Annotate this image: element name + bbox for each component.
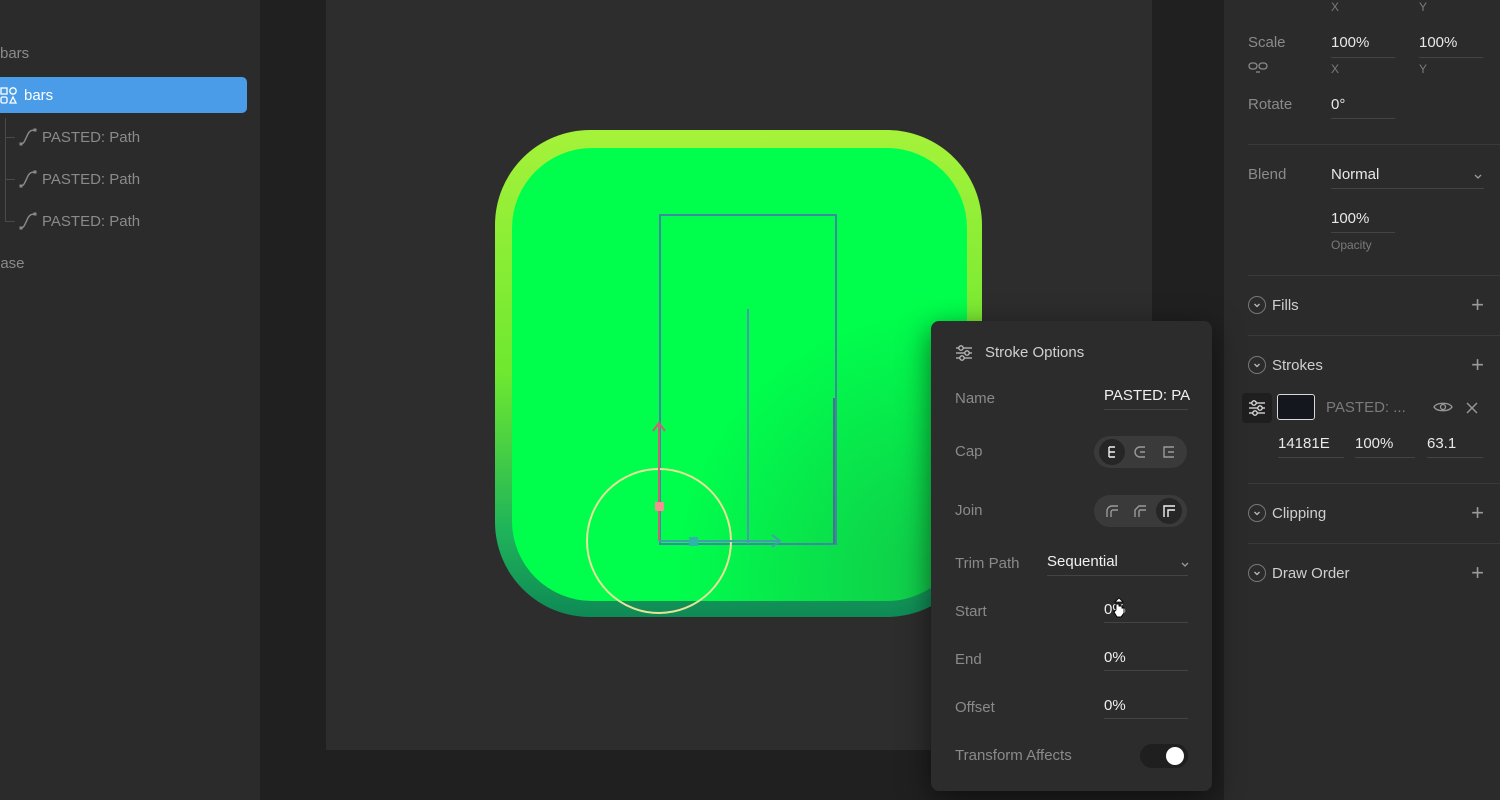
add-stroke-plus-icon[interactable]: +: [1471, 354, 1484, 376]
cap-label: Cap: [955, 443, 983, 460]
section-divider: [1248, 483, 1500, 484]
stroke-thickness-underline: [1427, 457, 1483, 458]
cap-round-icon[interactable]: [1127, 439, 1153, 465]
stroke-options-sliders-icon[interactable]: [1242, 393, 1272, 423]
end-label: End: [955, 651, 982, 668]
clipping-title: Clipping: [1272, 504, 1327, 522]
add-draw-order-plus-icon[interactable]: +: [1471, 562, 1484, 584]
section-divider: [1248, 335, 1500, 336]
transform-affects-toggle[interactable]: [1140, 744, 1188, 768]
clipping-section-header[interactable]: Clipping +: [1248, 501, 1484, 525]
stroke-opacity-input[interactable]: 100%: [1355, 435, 1393, 452]
scale-x-sub-label: X: [1331, 62, 1340, 76]
position-x-sub-label: X: [1331, 0, 1340, 14]
toggle-knob: [1166, 747, 1184, 765]
strokes-section-header[interactable]: Strokes +: [1248, 353, 1484, 377]
blend-underline: [1331, 188, 1484, 189]
name-input[interactable]: PASTED: PA: [1104, 387, 1190, 404]
collapse-chevron-icon[interactable]: [1248, 564, 1266, 582]
chevron-down-icon[interactable]: [1473, 168, 1483, 186]
stroke-opacity-underline: [1355, 457, 1415, 458]
scale-x-underline: [1331, 57, 1395, 58]
start-underline: [1104, 622, 1188, 623]
stroke-name: PASTED: ...: [1326, 399, 1406, 416]
transform-affects-label: Transform Affects: [955, 747, 1072, 764]
name-label: Name: [955, 390, 996, 407]
join-miter-icon[interactable]: [1155, 498, 1182, 524]
draw-order-section-header[interactable]: Draw Order +: [1248, 561, 1484, 585]
app-window: bars bars PASTED: Path PASTED: Path PAST…: [0, 0, 1500, 800]
rotate-label: Rotate: [1248, 96, 1293, 113]
trim-path-select[interactable]: Sequential: [1047, 553, 1118, 570]
draw-order-title: Draw Order: [1272, 564, 1350, 582]
add-clipping-plus-icon[interactable]: +: [1471, 502, 1484, 524]
link-scale-icon[interactable]: [1248, 60, 1268, 79]
join-selector: [1094, 495, 1187, 527]
opacity-input[interactable]: 100%: [1331, 210, 1369, 227]
join-round-icon[interactable]: [1099, 498, 1125, 524]
rotate-input[interactable]: 0°: [1331, 96, 1345, 113]
start-label: Start: [955, 603, 987, 620]
add-fill-plus-icon[interactable]: +: [1471, 294, 1484, 316]
x-scale-handle[interactable]: [689, 537, 698, 546]
scale-x-input[interactable]: 100%: [1331, 34, 1369, 51]
opacity-underline: [1331, 232, 1395, 233]
drag-cursor-icon: [1111, 597, 1127, 624]
fills-title: Fills: [1272, 296, 1299, 314]
cap-butt-icon[interactable]: [1099, 439, 1126, 465]
cap-selector: [1094, 436, 1187, 468]
join-bevel-icon[interactable]: [1127, 498, 1153, 524]
blend-select[interactable]: Normal: [1331, 166, 1379, 183]
fills-section-header[interactable]: Fills +: [1248, 293, 1484, 317]
close-icon[interactable]: [1466, 401, 1478, 419]
trim-path-label: Trim Path: [955, 555, 1020, 572]
join-label: Join: [955, 502, 983, 519]
collapse-chevron-icon[interactable]: [1248, 296, 1266, 314]
stroke-color-hex-input[interactable]: 14181E: [1278, 435, 1330, 452]
section-divider: [1248, 543, 1500, 544]
chevron-down-icon[interactable]: [1180, 556, 1190, 574]
trim-path-underline: [1047, 575, 1188, 576]
section-divider: [1248, 275, 1500, 276]
rotate-underline: [1331, 118, 1395, 119]
collapse-chevron-icon[interactable]: [1248, 356, 1266, 374]
sliders-icon: [954, 344, 974, 367]
scale-y-sub-label: Y: [1419, 62, 1428, 76]
opacity-sub-label: Opacity: [1331, 238, 1372, 252]
scale-y-input[interactable]: 100%: [1419, 34, 1457, 51]
offset-input[interactable]: 0%: [1104, 697, 1126, 714]
offset-label: Offset: [955, 699, 995, 716]
end-underline: [1104, 670, 1188, 671]
position-y-sub-label: Y: [1419, 0, 1428, 14]
stroke-hex-underline: [1278, 457, 1344, 458]
end-input[interactable]: 0%: [1104, 649, 1126, 666]
name-underline: [1104, 409, 1188, 410]
y-scale-handle[interactable]: [655, 502, 664, 511]
stroke-options-popup: Stroke Options Name PASTED: PA Cap Join …: [931, 321, 1212, 791]
strokes-title: Strokes: [1272, 356, 1323, 374]
popup-title: Stroke Options: [985, 344, 1085, 361]
scale-y-underline: [1419, 57, 1483, 58]
offset-underline: [1104, 718, 1188, 719]
section-divider: [1248, 144, 1500, 145]
eye-visibility-icon[interactable]: [1433, 400, 1453, 419]
blend-label: Blend: [1248, 166, 1287, 183]
stroke-thickness-input[interactable]: 63.1: [1427, 435, 1456, 452]
scale-label: Scale: [1248, 34, 1286, 51]
cap-square-icon[interactable]: [1156, 439, 1182, 465]
collapse-chevron-icon[interactable]: [1248, 504, 1266, 522]
stroke-color-swatch[interactable]: [1277, 394, 1315, 420]
